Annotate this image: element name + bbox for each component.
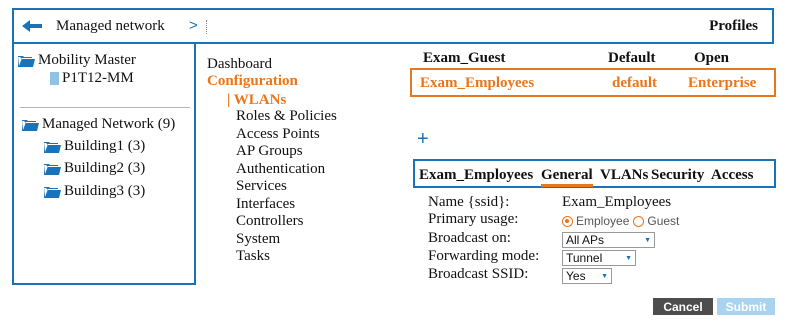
profile-type: default — [612, 75, 657, 91]
tree-item-label: P1T12-MM — [62, 70, 134, 86]
nav-services[interactable]: Services — [236, 178, 287, 196]
tree-item-building2[interactable]: Building2 (3) — [44, 160, 145, 177]
nav-system[interactable]: System — [236, 231, 280, 249]
nav-wlans[interactable]: | WLANs — [227, 92, 286, 110]
guest-radio-label: Guest — [647, 214, 680, 228]
breadcrumb-separator: > — [189, 17, 198, 34]
cancel-button[interactable]: Cancel — [653, 298, 713, 315]
tree-divider — [20, 107, 190, 108]
device-icon — [50, 72, 59, 85]
nav-controllers[interactable]: Controllers — [236, 213, 304, 231]
folder-icon — [18, 55, 35, 67]
profile-row-guest-auth: Open — [694, 50, 730, 66]
guest-radio[interactable] — [633, 215, 645, 227]
tree-item-label: Building2 (3) — [64, 160, 146, 176]
profile-row-selected[interactable]: Exam_Employees default Enterprise — [410, 68, 776, 97]
tab-vlans[interactable]: VLANs — [600, 167, 648, 184]
profile-name: Exam_Employees — [420, 75, 535, 91]
tab-access[interactable]: Access — [711, 167, 753, 184]
tree-item-label: Building3 (3) — [64, 183, 146, 199]
tree-item-label: Mobility Master — [38, 52, 136, 68]
profile-tab-bar: Exam_Employees General VLANs Security Ac… — [413, 159, 776, 188]
profile-row-guest-name[interactable]: Exam_Guest — [423, 50, 506, 67]
primary-usage-radio-group: Employee Guest — [562, 214, 679, 228]
broadcast-on-label: Broadcast on: — [428, 230, 511, 246]
nav-access-points[interactable]: Access Points — [236, 126, 320, 144]
nav-configuration[interactable]: Configuration — [207, 73, 298, 91]
nav-interfaces[interactable]: Interfaces — [236, 196, 295, 214]
breadcrumb-bar: Managed network > Profiles — [12, 8, 774, 44]
chevron-down-icon: ▼ — [625, 254, 632, 262]
page-title-profiles: Profiles — [709, 18, 758, 34]
broadcast-ssid-select[interactable]: Yes ▼ — [562, 268, 612, 284]
folder-icon — [22, 119, 39, 131]
tree-item-device[interactable]: P1T12-MM — [50, 70, 134, 87]
submit-button[interactable]: Submit — [717, 298, 775, 315]
profile-row-guest-type: Default — [608, 50, 656, 66]
chevron-down-icon: ▼ — [644, 236, 651, 244]
breadcrumb-divider — [206, 20, 208, 34]
ssid-name-label: Name {ssid}: — [428, 194, 510, 210]
employee-radio[interactable] — [562, 215, 573, 227]
ssid-name-value: Exam_Employees — [562, 194, 672, 210]
nav-tasks[interactable]: Tasks — [236, 248, 270, 266]
broadcast-ssid-value: Yes — [566, 269, 586, 283]
nav-ap-groups[interactable]: AP Groups — [236, 143, 303, 161]
network-tree-panel: Mobility Master P1T12-MM Managed Network… — [12, 42, 196, 285]
folder-icon — [44, 141, 61, 153]
tree-item-mobility-master[interactable]: Mobility Master — [18, 52, 136, 69]
nav-dashboard[interactable]: Dashboard — [207, 56, 272, 74]
forwarding-mode-select[interactable]: Tunnel ▼ — [562, 250, 636, 266]
chevron-down-icon: ▼ — [601, 272, 608, 280]
broadcast-ssid-label: Broadcast SSID: — [428, 266, 529, 282]
nav-authentication[interactable]: Authentication — [236, 161, 325, 179]
folder-icon — [44, 163, 61, 175]
nav-roles-policies[interactable]: Roles & Policies — [236, 108, 337, 126]
tree-item-building3[interactable]: Building3 (3) — [44, 183, 145, 200]
tab-general[interactable]: General — [541, 167, 593, 187]
tree-item-managed-network[interactable]: Managed Network (9) — [22, 116, 175, 133]
tree-item-building1[interactable]: Building1 (3) — [44, 138, 145, 155]
tree-item-label: Building1 (3) — [64, 138, 146, 154]
folder-icon — [44, 186, 61, 198]
breadcrumb-managed-network[interactable]: Managed network — [56, 18, 165, 35]
forwarding-mode-label: Forwarding mode: — [428, 248, 540, 264]
tree-item-label: Managed Network (9) — [42, 116, 176, 132]
broadcast-on-select[interactable]: All APs ▼ — [562, 232, 655, 248]
profile-tab-title: Exam_Employees — [419, 167, 534, 183]
forwarding-mode-value: Tunnel — [566, 251, 603, 265]
add-profile-button[interactable]: + — [417, 128, 429, 151]
primary-usage-label: Primary usage: — [428, 211, 519, 227]
tab-security[interactable]: Security — [651, 167, 704, 184]
broadcast-on-value: All APs — [566, 233, 605, 247]
employee-radio-label: Employee — [576, 214, 630, 228]
profile-auth: Enterprise — [688, 75, 757, 91]
arrow-left-icon[interactable] — [20, 16, 46, 36]
